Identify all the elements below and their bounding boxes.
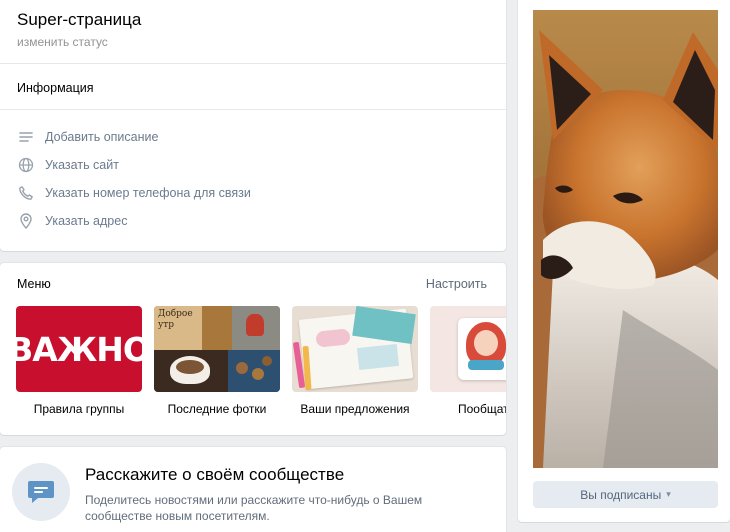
divider xyxy=(0,63,506,64)
menu-title: Меню xyxy=(17,277,51,291)
photo-collage-image: Доброе утр xyxy=(154,306,280,392)
globe-icon xyxy=(17,156,35,174)
tell-description: Поделитесь новостями или расскажите что-… xyxy=(85,493,423,523)
menu-item-label: Пообщат xyxy=(458,402,506,416)
chat-avatar-image xyxy=(430,306,506,392)
menu-item-label: Последние фотки xyxy=(167,402,267,416)
subscribed-button[interactable]: Вы подписаны ▾ xyxy=(533,481,718,508)
tell-title: Расскажите о своём сообществе xyxy=(85,465,345,484)
info-heading: Информация xyxy=(17,81,94,95)
add-description-label: Добавить описание xyxy=(45,130,159,144)
menu-item-your-suggestions[interactable]: Ваши предложения xyxy=(292,306,418,416)
phone-icon xyxy=(17,184,35,202)
important-banner-image: ВАЖНО xyxy=(16,306,142,392)
menu-item-recent-photos[interactable]: Доброе утр Последние фотки xyxy=(154,306,280,416)
cover-card: Вы подписаны ▾ xyxy=(518,0,730,522)
add-website-row[interactable]: Указать сайт xyxy=(17,155,119,175)
add-address-label: Указать адрес xyxy=(45,214,128,228)
menu-item-label: Ваши предложения xyxy=(300,402,410,416)
add-description-row[interactable]: Добавить описание xyxy=(17,127,158,147)
add-address-row[interactable]: Указать адрес xyxy=(17,211,127,231)
menu-item-label: Правила группы xyxy=(33,402,125,416)
add-website-label: Указать сайт xyxy=(45,158,119,172)
good-morning-text: Доброе утр xyxy=(158,309,193,330)
menu-item-group-rules[interactable]: ВАЖНО Правила группы xyxy=(16,306,142,416)
subscribed-label: Вы подписаны xyxy=(580,487,662,502)
menu-item-chat[interactable]: Пообщат xyxy=(430,306,506,416)
divider xyxy=(0,109,506,110)
message-icon xyxy=(12,463,70,521)
important-banner-text: ВАЖНО xyxy=(16,329,142,369)
add-phone-label: Указать номер телефона для связи xyxy=(45,186,251,200)
notebook-image xyxy=(292,306,418,392)
change-status-link[interactable]: изменить статус xyxy=(17,35,108,49)
lines-icon xyxy=(17,128,35,146)
info-card: Super-страница изменить статус Информаци… xyxy=(0,0,506,251)
cover-image[interactable] xyxy=(533,10,718,468)
location-pin-icon xyxy=(17,212,35,230)
menu-configure-link[interactable]: Настроить xyxy=(426,277,487,291)
tell-about-community-card: Расскажите о своём сообществе Поделитесь… xyxy=(0,447,506,532)
chevron-down-icon: ▾ xyxy=(666,489,671,499)
menu-card: Меню Настроить ВАЖНО Правила группы Добр… xyxy=(0,263,506,435)
page-title: Super-страница xyxy=(17,10,142,29)
add-phone-row[interactable]: Указать номер телефона для связи xyxy=(17,183,251,203)
